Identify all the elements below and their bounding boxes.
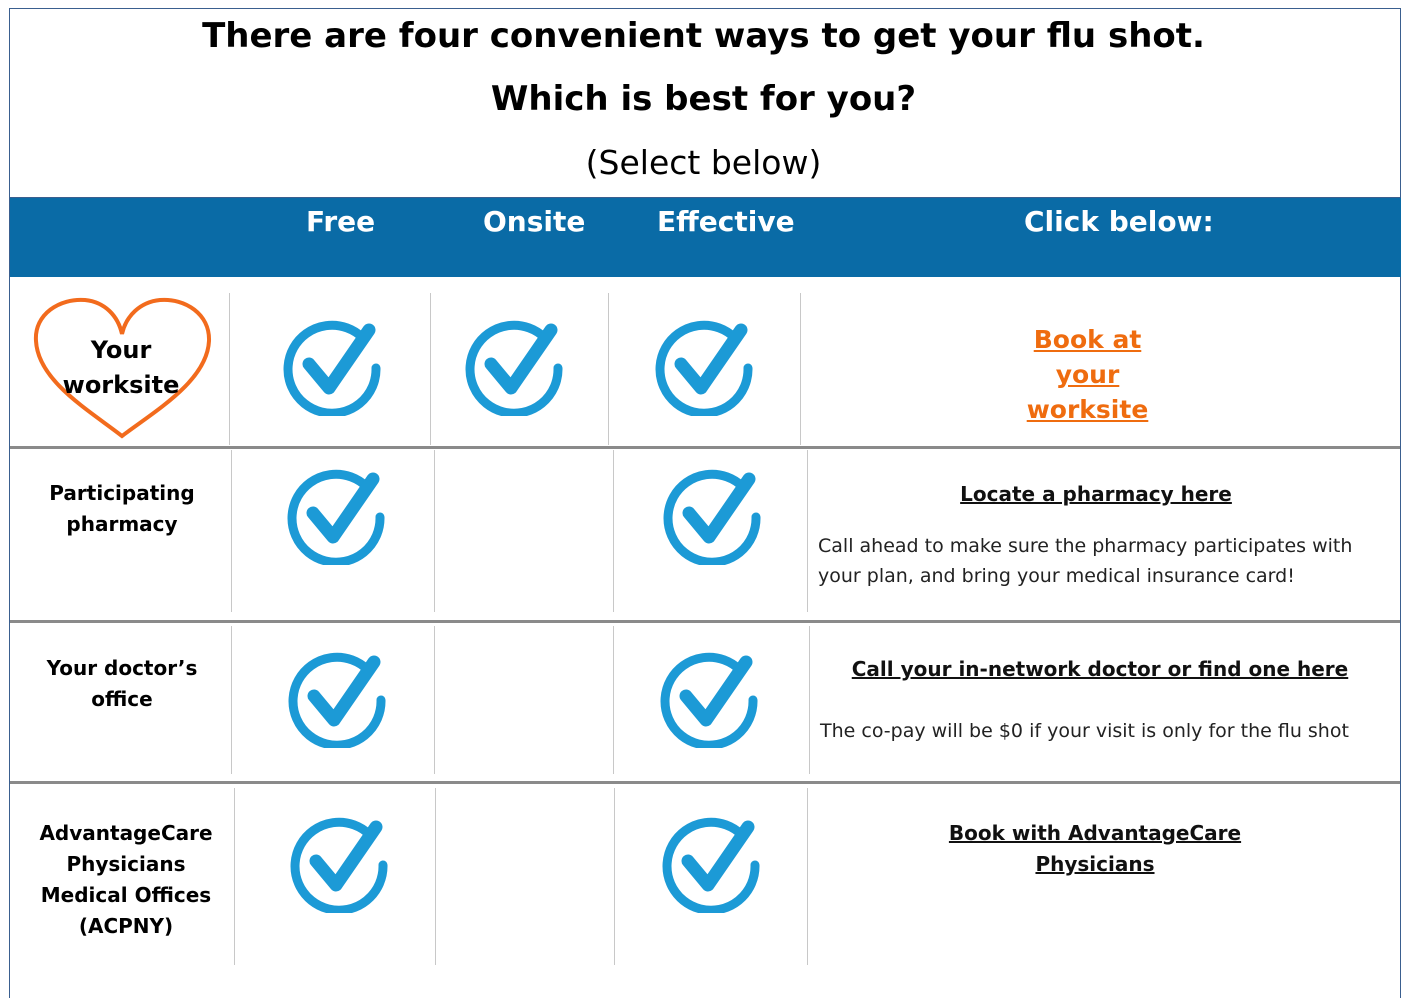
row-divider — [10, 446, 1400, 449]
row-label-line: AdvantageCare — [39, 821, 213, 845]
link-line: Book at — [1033, 325, 1142, 354]
row-label-pharmacy: Participating pharmacy — [22, 478, 222, 540]
row-label-line: worksite — [62, 371, 180, 399]
row-label-doctor-office: Your doctor’s office — [22, 653, 222, 715]
row-divider — [10, 781, 1400, 784]
grid-line — [434, 450, 435, 612]
grid-line — [435, 788, 436, 965]
grid-line — [231, 450, 232, 612]
row-label-acpny: AdvantageCare Physicians Medical Offices… — [22, 818, 230, 942]
row-label-line: (ACPNY) — [78, 914, 174, 938]
row-label-line: Your doctor’s — [46, 656, 198, 680]
grid-line — [809, 626, 810, 774]
check-circle-icon — [287, 469, 385, 565]
check-circle-icon — [660, 652, 758, 748]
grid-line — [234, 788, 235, 965]
row-label-worksite: Your worksite — [50, 333, 192, 403]
link-line: worksite — [1026, 395, 1149, 424]
pharmacy-note: Call ahead to make sure the pharmacy par… — [818, 531, 1393, 591]
check-circle-icon — [465, 320, 563, 416]
row-label-line: office — [91, 687, 153, 711]
row-label-line: pharmacy — [66, 512, 178, 536]
row-divider — [10, 620, 1400, 623]
book-acpny-link[interactable]: Book with AdvantageCare Physicians — [930, 818, 1260, 880]
grid-line — [807, 788, 808, 965]
row-label-line: Physicians — [66, 852, 186, 876]
grid-line — [231, 626, 232, 774]
column-header-onsite: Onsite — [483, 205, 586, 238]
column-header-click: Click below: — [1024, 205, 1214, 238]
column-header-effective: Effective — [657, 205, 795, 238]
grid-line — [614, 788, 615, 965]
link-line: Book with AdvantageCare — [948, 821, 1242, 845]
column-header-free: Free — [306, 205, 376, 238]
check-circle-icon — [288, 652, 386, 748]
note-line: Call ahead to make sure the pharmacy par… — [818, 535, 1353, 557]
check-circle-icon — [655, 320, 753, 416]
doctor-note: The co-pay will be $0 if your visit is o… — [820, 720, 1349, 742]
locate-pharmacy-link[interactable]: Locate a pharmacy here — [880, 479, 1312, 510]
grid-line — [613, 450, 614, 612]
check-circle-icon — [663, 469, 761, 565]
grid-line — [229, 293, 230, 445]
link-line: Physicians — [1035, 852, 1155, 876]
check-circle-icon — [290, 817, 388, 913]
row-label-line: Medical Offices — [40, 883, 212, 907]
page-title: There are four convenient ways to get yo… — [202, 16, 1205, 56]
grid-line — [800, 293, 801, 445]
grid-line — [608, 293, 609, 445]
check-circle-icon — [662, 817, 760, 913]
check-circle-icon — [283, 320, 381, 416]
note-line: your plan, and bring your medical insura… — [818, 565, 1295, 587]
grid-line — [430, 293, 431, 445]
row-label-line: Your — [90, 336, 152, 364]
grid-line — [807, 450, 808, 612]
grid-line — [434, 626, 435, 774]
link-line: your — [1055, 360, 1120, 389]
row-label-line: Participating — [49, 481, 195, 505]
page-question: Which is best for you? — [490, 79, 917, 119]
grid-line — [613, 626, 614, 774]
book-worksite-link[interactable]: Book at your worksite — [990, 322, 1185, 427]
find-doctor-link[interactable]: Call your in-network doctor or find one … — [826, 654, 1374, 685]
page-subtitle: (Select below) — [585, 143, 822, 182]
